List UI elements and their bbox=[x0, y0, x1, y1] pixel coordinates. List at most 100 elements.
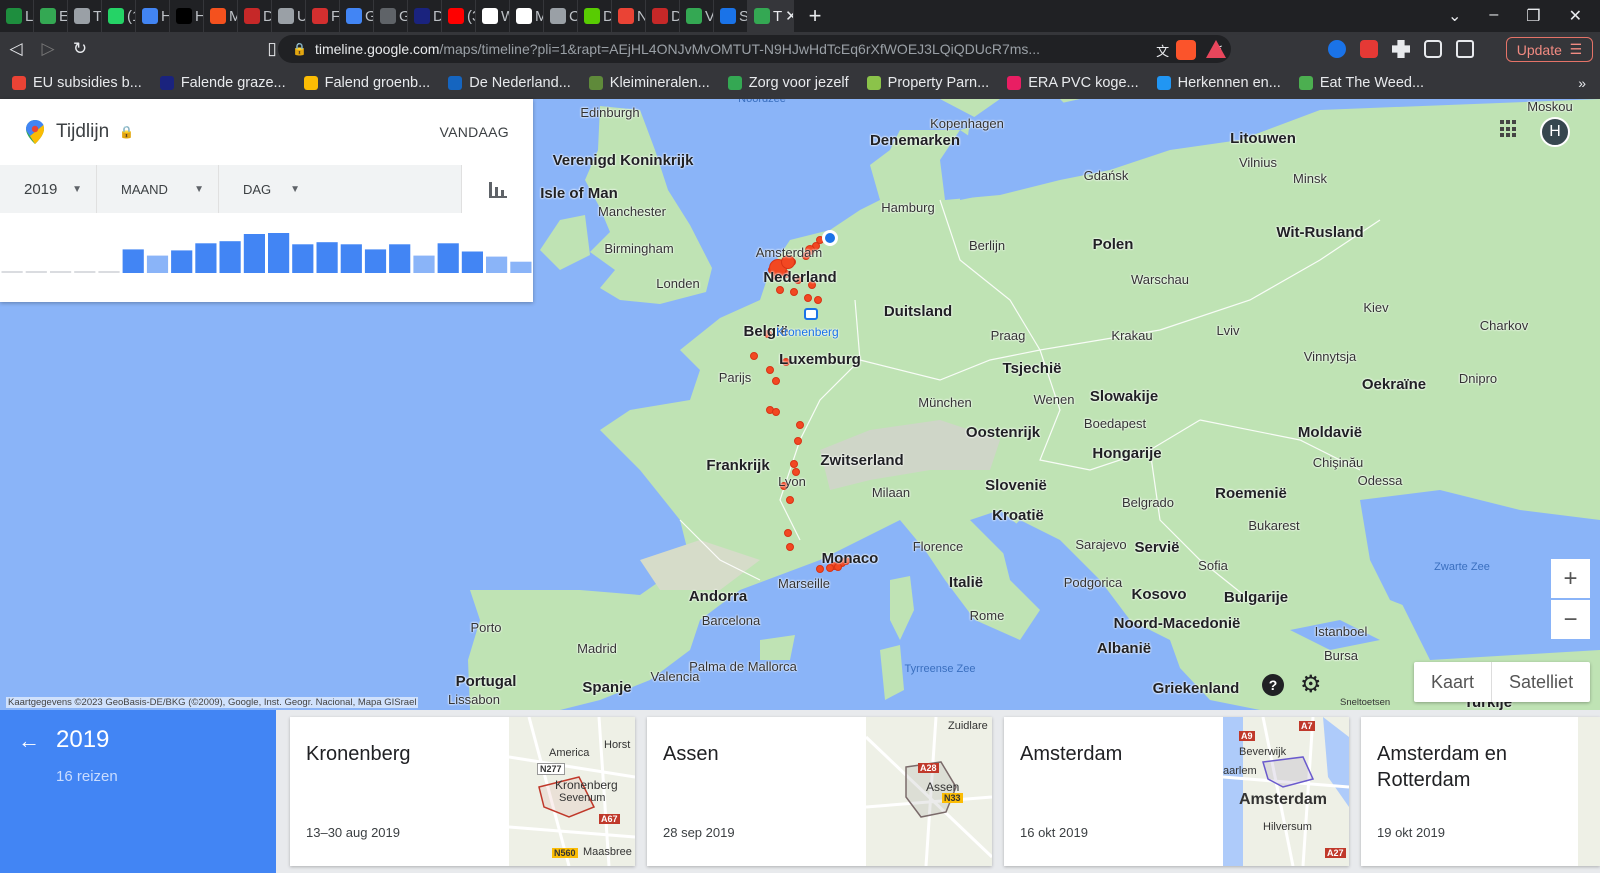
month-dropdown[interactable]: MAAND ▼ bbox=[97, 165, 219, 213]
browser-tab[interactable]: Fror bbox=[306, 0, 340, 32]
back-arrow-icon[interactable]: ← bbox=[18, 728, 40, 754]
browser-tab[interactable]: Vinc bbox=[680, 0, 714, 32]
bookmark-item[interactable]: Property Parn... bbox=[866, 75, 1004, 91]
address-bar[interactable]: 🔒 timeline.google.com /maps/timeline?pli… bbox=[278, 35, 1231, 63]
histogram-bar[interactable] bbox=[1, 271, 23, 273]
bookmark-item[interactable]: Falend groenb... bbox=[303, 75, 445, 91]
histogram-bar[interactable] bbox=[340, 244, 362, 273]
zoom-out-button[interactable]: − bbox=[1551, 600, 1590, 639]
place-marker-icon[interactable] bbox=[822, 230, 838, 246]
keyboard-shortcuts-link[interactable]: Sneltoetsen bbox=[1340, 697, 1390, 708]
forward-nav-icon[interactable]: ▷ bbox=[32, 39, 64, 59]
trip-card-amsterdam-rotterdam[interactable]: Amsterdam en Rotterdam 19 okt 2019 bbox=[1361, 717, 1600, 866]
sidebar-icon[interactable] bbox=[1424, 40, 1442, 58]
browser-tab[interactable]: DIY bbox=[408, 0, 442, 32]
browser-tab[interactable]: Den bbox=[238, 0, 272, 32]
browser-tab[interactable]: UN bbox=[272, 0, 306, 32]
minimize-icon[interactable]: – bbox=[1489, 6, 1498, 26]
bookmark-item[interactable]: ERA PVC koge... bbox=[1007, 75, 1152, 91]
update-button[interactable]: Update ☰ bbox=[1506, 37, 1593, 62]
reload-icon[interactable]: ↻ bbox=[64, 39, 96, 59]
location-history-point[interactable] bbox=[814, 296, 822, 304]
browser-tab[interactable]: Log bbox=[0, 0, 34, 32]
translate-icon[interactable]: 文 bbox=[1156, 41, 1169, 60]
histogram-bar[interactable] bbox=[98, 271, 120, 273]
browser-tab[interactable]: Duo bbox=[578, 0, 612, 32]
avatar[interactable]: H bbox=[1540, 117, 1570, 147]
year-dropdown[interactable]: 2019 ▼ bbox=[0, 165, 97, 213]
browser-tab[interactable]: Mal bbox=[204, 0, 238, 32]
histogram-bar[interactable] bbox=[292, 244, 314, 273]
brave-rewards-icon[interactable] bbox=[1206, 40, 1226, 58]
histogram-bar[interactable] bbox=[195, 243, 217, 273]
histogram-bar[interactable] bbox=[50, 271, 72, 273]
browser-tab[interactable]: (1) V bbox=[102, 0, 136, 32]
trip-card-amsterdam[interactable]: Amsterdam 16 okt 2019 Beverwijk aarlem A… bbox=[1004, 717, 1349, 866]
tab-search-icon[interactable]: ⌄ bbox=[1448, 6, 1461, 26]
browser-tab[interactable]: The bbox=[68, 0, 102, 32]
browser-tab[interactable]: T✕ bbox=[748, 0, 794, 32]
zoom-in-button[interactable]: + bbox=[1551, 559, 1590, 598]
bookmarks-more-icon[interactable]: » bbox=[1578, 75, 1600, 91]
histogram-bar[interactable] bbox=[25, 271, 47, 273]
histogram-bar[interactable] bbox=[219, 241, 241, 273]
histogram-bar[interactable] bbox=[243, 234, 265, 273]
location-history-point[interactable] bbox=[790, 288, 798, 296]
close-window-icon[interactable]: ✕ bbox=[1569, 6, 1582, 26]
wallet-icon[interactable] bbox=[1456, 40, 1474, 58]
browser-tab[interactable]: Swe bbox=[714, 0, 748, 32]
histogram-bar[interactable] bbox=[268, 233, 290, 273]
location-history-point[interactable] bbox=[772, 408, 780, 416]
histogram-bar[interactable] bbox=[171, 250, 193, 273]
bookmark-item[interactable]: Falende graze... bbox=[159, 75, 300, 91]
browser-tab[interactable]: (370 bbox=[442, 0, 476, 32]
extensions-puzzle-icon[interactable] bbox=[1392, 40, 1410, 58]
map-type-kaart-button[interactable]: Kaart bbox=[1414, 662, 1491, 702]
bookmark-item[interactable]: Zorg voor jezelf bbox=[727, 75, 863, 91]
location-history-point[interactable] bbox=[750, 352, 758, 360]
location-history-point[interactable] bbox=[794, 437, 802, 445]
location-history-point[interactable] bbox=[766, 366, 774, 374]
location-history-point[interactable] bbox=[786, 543, 794, 551]
histogram-bar[interactable] bbox=[413, 255, 435, 273]
bookmark-item[interactable]: EU subsidies b... bbox=[12, 75, 156, 91]
histogram-bar[interactable] bbox=[389, 244, 411, 273]
browser-tab[interactable]: Nev bbox=[612, 0, 646, 32]
hotel-marker-icon[interactable] bbox=[804, 308, 818, 320]
location-history-point[interactable] bbox=[784, 529, 792, 537]
location-history-point[interactable] bbox=[786, 496, 794, 504]
trip-card-assen[interactable]: Assen 28 sep 2019 Zuidlare Assen A28 N33 bbox=[647, 717, 992, 866]
histogram-bar[interactable] bbox=[146, 255, 169, 273]
bookmark-item[interactable]: Kleimineralen... bbox=[588, 75, 724, 91]
new-tab-button[interactable]: + bbox=[800, 3, 830, 29]
activity-histogram[interactable] bbox=[0, 213, 533, 279]
day-dropdown[interactable]: DAG ▼ bbox=[219, 165, 314, 213]
location-history-point[interactable] bbox=[776, 286, 784, 294]
browser-tab[interactable]: Epis bbox=[34, 0, 68, 32]
histogram-toggle-button[interactable] bbox=[461, 165, 533, 213]
bookmark-item[interactable]: Eat The Weed... bbox=[1298, 75, 1438, 91]
browser-tab[interactable]: Hov bbox=[170, 0, 204, 32]
browser-tab[interactable]: Calc bbox=[544, 0, 578, 32]
location-history-point[interactable] bbox=[796, 421, 804, 429]
bookmark-item[interactable]: De Nederland... bbox=[448, 75, 585, 91]
browser-tab[interactable]: Data bbox=[646, 0, 680, 32]
trip-card-kronenberg[interactable]: Kronenberg 13–30 aug 2019 America Horst … bbox=[290, 717, 635, 866]
browser-tab[interactable]: Mat bbox=[510, 0, 544, 32]
extension-icon[interactable] bbox=[1328, 40, 1346, 58]
browser-tab[interactable]: Gori bbox=[374, 0, 408, 32]
location-history-point[interactable] bbox=[790, 460, 798, 468]
histogram-bar[interactable] bbox=[461, 251, 483, 274]
histogram-bar[interactable] bbox=[510, 261, 532, 273]
close-tab-icon[interactable]: ✕ bbox=[785, 7, 793, 25]
histogram-bar[interactable] bbox=[364, 249, 387, 273]
browser-tab[interactable]: Han bbox=[136, 0, 170, 32]
histogram-bar[interactable] bbox=[122, 249, 144, 273]
histogram-bar[interactable] bbox=[316, 242, 338, 273]
help-icon[interactable]: ? bbox=[1262, 674, 1284, 696]
bookmark-item[interactable]: Herkennen en... bbox=[1156, 75, 1295, 91]
histogram-bar[interactable] bbox=[74, 271, 96, 273]
location-history-point[interactable] bbox=[772, 377, 780, 385]
extension-icon[interactable] bbox=[1360, 40, 1378, 58]
gear-icon[interactable]: ⚙ bbox=[1300, 670, 1322, 699]
